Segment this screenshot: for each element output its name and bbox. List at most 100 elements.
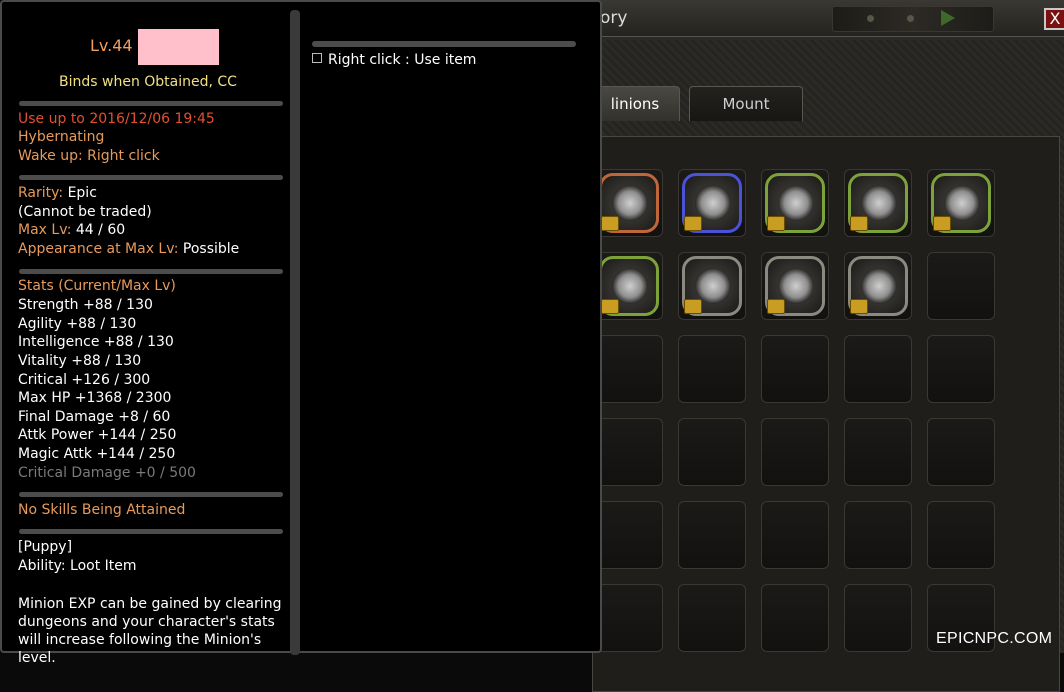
- empty-slot[interactable]: [678, 584, 746, 652]
- empty-slot[interactable]: [761, 335, 829, 403]
- bound-lock-icon: [601, 299, 619, 314]
- bound-lock-icon: [767, 299, 785, 314]
- appearance-line: Appearance at Max Lv: Possible: [18, 241, 239, 257]
- empty-slot[interactable]: [927, 501, 995, 569]
- stat-line: Final Damage +8 / 60: [18, 409, 171, 425]
- redacted-name-box: [138, 29, 219, 65]
- minion-icon[interactable]: [599, 173, 659, 233]
- bullet-icon: [312, 53, 322, 63]
- section-divider: [19, 101, 283, 106]
- minion-slot[interactable]: [844, 169, 912, 237]
- inventory-body: linions Mount: [582, 40, 1064, 692]
- description-line: Minion EXP can be gained by clearing: [18, 596, 282, 612]
- section-divider: [19, 529, 283, 534]
- stat-line: Vitality +88 / 130: [18, 353, 142, 369]
- empty-slot[interactable]: [844, 501, 912, 569]
- right-section-divider: [312, 41, 576, 47]
- bound-lock-icon: [767, 216, 785, 231]
- stat-line: Intelligence +88 / 130: [18, 334, 174, 350]
- minion-icon[interactable]: [682, 173, 742, 233]
- description-line: will increase following the Minion's: [18, 632, 262, 648]
- bound-lock-icon: [684, 299, 702, 314]
- bound-lock-icon: [684, 216, 702, 231]
- bound-lock-icon: [933, 216, 951, 231]
- bound-lock-icon: [850, 299, 868, 314]
- minion-slot[interactable]: [678, 169, 746, 237]
- minion-slot[interactable]: [595, 169, 663, 237]
- empty-slot[interactable]: [761, 501, 829, 569]
- wake-up-label: Wake up:: [18, 148, 83, 164]
- inventory-window: ory X linions Mount: [580, 0, 1064, 692]
- minion-slot[interactable]: [927, 169, 995, 237]
- minion-icon[interactable]: [599, 256, 659, 316]
- minion-slot[interactable]: [678, 252, 746, 320]
- trade-note: (Cannot be traded): [18, 204, 152, 220]
- appearance-value: Possible: [182, 241, 240, 257]
- minion-grid-frame: [592, 136, 1060, 692]
- title-bar-widgets: [832, 6, 994, 32]
- description-line: dungeons and your character's stats: [18, 614, 275, 630]
- minion-type: [Puppy]: [18, 539, 73, 555]
- empty-slot[interactable]: [595, 501, 663, 569]
- stat-line: Critical +126 / 300: [18, 372, 151, 388]
- wake-up-value: Right click: [87, 148, 160, 164]
- section-divider: [19, 269, 283, 274]
- minion-icon[interactable]: [765, 256, 825, 316]
- bound-lock-icon: [601, 216, 619, 231]
- empty-slot[interactable]: [595, 335, 663, 403]
- empty-slot[interactable]: [678, 501, 746, 569]
- minion-slot[interactable]: [761, 252, 829, 320]
- section-divider: [19, 175, 283, 180]
- item-tooltip: Lv.44 Binds when Obtained, CC Use up to …: [0, 0, 602, 666]
- minion-icon[interactable]: [765, 173, 825, 233]
- empty-slot[interactable]: [844, 584, 912, 652]
- description-line: level.: [18, 650, 56, 666]
- empty-slot[interactable]: [927, 252, 995, 320]
- inventory-title: ory: [600, 8, 628, 28]
- title-dot-icon: [907, 15, 914, 22]
- empty-slot[interactable]: [927, 418, 995, 486]
- empty-slot[interactable]: [844, 335, 912, 403]
- empty-slot[interactable]: [844, 418, 912, 486]
- empty-slot[interactable]: [761, 418, 829, 486]
- stat-line-disabled: Critical Damage +0 / 500: [18, 465, 196, 481]
- minion-icon[interactable]: [931, 173, 991, 233]
- rarity-line: Rarity: Epic: [18, 185, 97, 201]
- minion-slot[interactable]: [595, 252, 663, 320]
- tab-mount[interactable]: Mount: [689, 86, 803, 121]
- inventory-title-bar[interactable]: ory X: [582, 0, 1064, 37]
- section-divider: [19, 492, 283, 497]
- empty-slot[interactable]: [761, 584, 829, 652]
- minion-icon[interactable]: [848, 173, 908, 233]
- stat-line: Magic Attk +144 / 250: [18, 446, 176, 462]
- empty-slot[interactable]: [678, 335, 746, 403]
- minion-slot[interactable]: [844, 252, 912, 320]
- stat-line: Strength +88 / 130: [18, 297, 153, 313]
- max-level-line: Max Lv: 44 / 60: [18, 222, 125, 238]
- appearance-label: Appearance at Max Lv:: [18, 241, 179, 257]
- max-level-value: 44 / 60: [75, 222, 126, 238]
- max-level-label: Max Lv:: [18, 222, 72, 238]
- empty-slot[interactable]: [927, 335, 995, 403]
- stat-line: Max HP +1368 / 2300: [18, 390, 172, 406]
- title-dot-icon: [867, 15, 874, 22]
- rarity-label: Rarity:: [18, 185, 64, 201]
- empty-slot[interactable]: [595, 418, 663, 486]
- minion-icon[interactable]: [848, 256, 908, 316]
- minion-slot[interactable]: [761, 169, 829, 237]
- stat-line: Agility +88 / 130: [18, 316, 137, 332]
- hybernating-state: Hybernating: [18, 129, 105, 145]
- bound-lock-icon: [850, 216, 868, 231]
- binds-text: Binds when Obtained, CC: [59, 74, 237, 90]
- watermark: EPICNPC.COM: [936, 630, 1053, 647]
- minion-level: Lv.44: [90, 36, 133, 55]
- right-click-hint-text: Right click : Use item: [328, 52, 477, 68]
- empty-slot[interactable]: [595, 584, 663, 652]
- empty-slot[interactable]: [678, 418, 746, 486]
- close-button[interactable]: X: [1044, 8, 1064, 30]
- play-arrow-icon[interactable]: [941, 10, 955, 26]
- wake-up-line: Wake up: Right click: [18, 148, 160, 164]
- right-click-hint: Right click : Use item: [312, 52, 476, 68]
- tab-minions[interactable]: linions: [590, 86, 680, 121]
- minion-icon[interactable]: [682, 256, 742, 316]
